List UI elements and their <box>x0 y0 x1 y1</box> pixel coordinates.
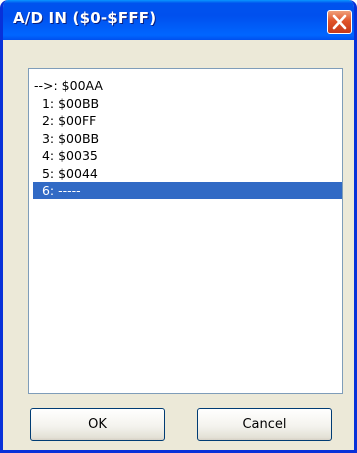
ok-button[interactable]: OK <box>30 408 165 441</box>
window-title: A/D IN ($0-$FFF) <box>13 9 157 27</box>
list-item[interactable]: 4: $0035 <box>34 147 342 164</box>
title-bar[interactable]: A/D IN ($0-$FFF) <box>3 0 354 40</box>
list-item[interactable]: -->: $00AA <box>34 77 342 94</box>
list-item[interactable]: 1: $00BB <box>34 95 342 112</box>
list-item[interactable]: 2: $00FF <box>34 112 342 129</box>
list-item[interactable]: 5: $0044 <box>34 165 342 182</box>
list-item[interactable]: 3: $00BB <box>34 130 342 147</box>
close-button[interactable] <box>327 10 352 34</box>
list-item[interactable]: 6: ----- <box>33 182 342 199</box>
dialog-window: A/D IN ($0-$FFF) -->: $00AA 1: $00BB 2: … <box>0 0 357 453</box>
close-icon <box>332 14 347 30</box>
value-listbox[interactable]: -->: $00AA 1: $00BB 2: $00FF 3: $00BB 4:… <box>28 68 343 394</box>
cancel-button[interactable]: Cancel <box>197 408 332 441</box>
